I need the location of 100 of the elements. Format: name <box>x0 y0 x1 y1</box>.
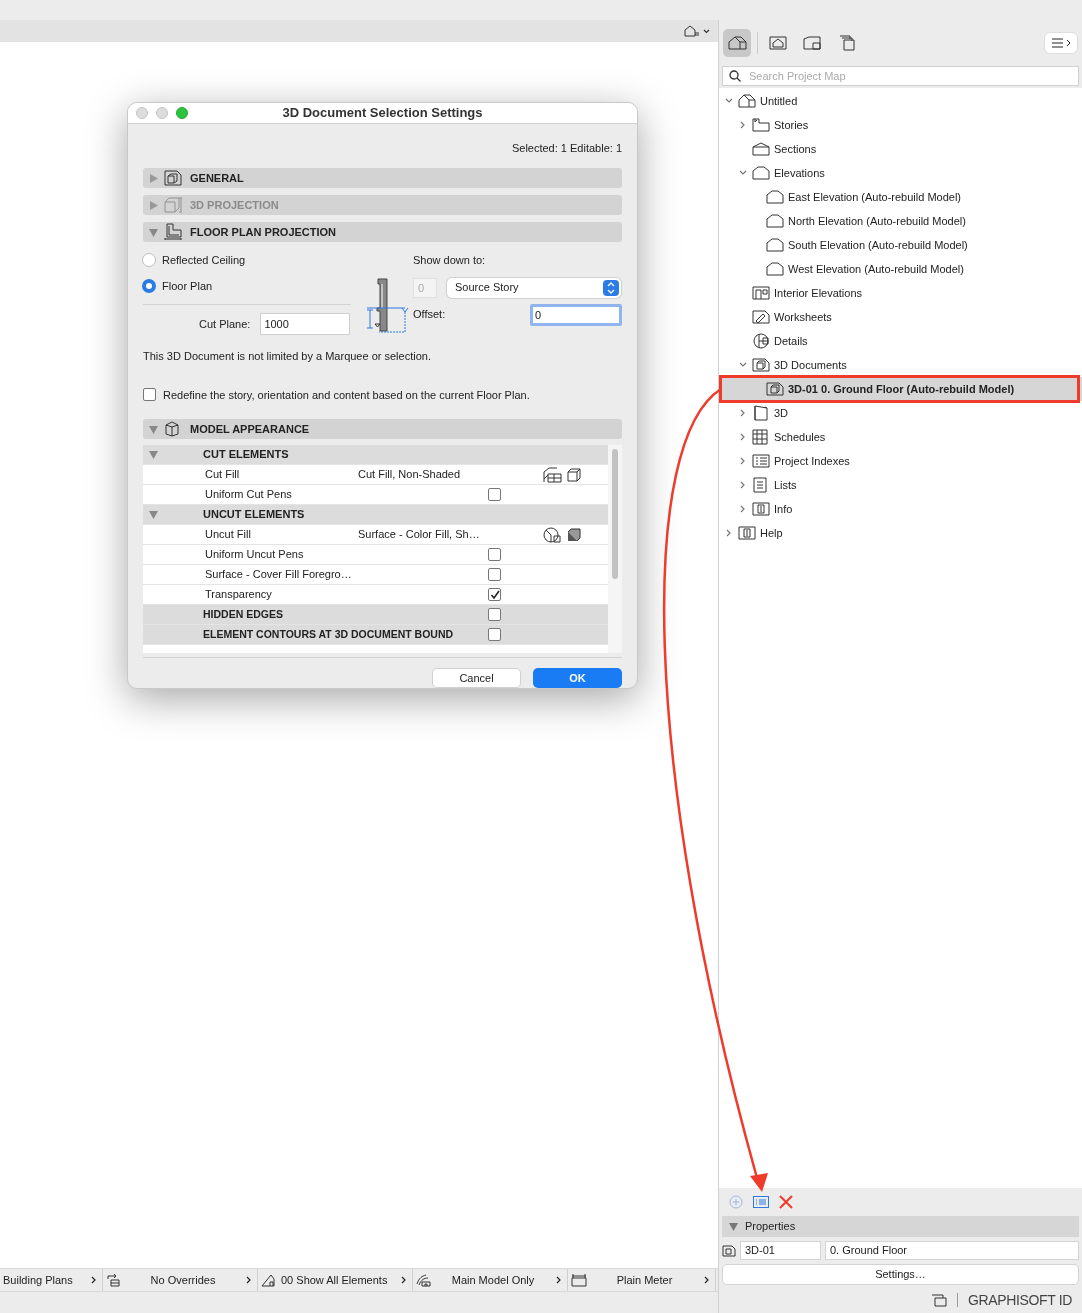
group-toggle[interactable] <box>149 510 158 519</box>
house-icon <box>261 1273 277 1287</box>
property-label: Surface - Cover Fill Foregro… <box>204 567 353 583</box>
triangle-down-icon <box>149 424 158 434</box>
radio-button[interactable] <box>142 253 156 268</box>
property-label: Uniform Cut Pens <box>204 487 293 503</box>
document-icon <box>738 526 756 540</box>
section-icon <box>752 142 770 156</box>
tree-item[interactable]: West Elevation (Auto-rebuild Model) <box>719 257 1082 281</box>
checkbox[interactable] <box>488 548 501 561</box>
tree-item[interactable]: Sections <box>719 137 1082 161</box>
section-header[interactable]: FLOOR PLAN PROJECTION <box>143 222 622 242</box>
tree-item[interactable]: Worksheets <box>719 305 1082 329</box>
radio-button[interactable] <box>142 278 156 293</box>
properties-header[interactable]: Properties <box>722 1216 1079 1237</box>
framed-house-icon <box>768 35 788 51</box>
tree-item[interactable]: Schedules <box>719 425 1082 449</box>
group-label: ELEMENT CONTOURS AT 3D DOCUMENT BOUND <box>203 626 455 642</box>
tree-item[interactable]: Stories <box>719 113 1082 137</box>
document-icon <box>752 502 770 516</box>
property-value[interactable]: Surface - Color Fill, Sh… <box>358 526 543 543</box>
list-icon <box>752 477 768 493</box>
floor-plan-icon <box>164 223 182 241</box>
status-bar-button[interactable]: No Overrides <box>103 1269 258 1291</box>
menu-button[interactable] <box>1044 32 1078 54</box>
account-label[interactable]: GRAPHISOFT ID <box>967 1289 1072 1311</box>
checkbox[interactable] <box>488 628 501 641</box>
checkbox[interactable] <box>488 588 501 601</box>
cube-icon <box>164 421 180 437</box>
view-options-button[interactable] <box>682 25 712 37</box>
cube-document-icon <box>164 170 182 186</box>
floors-icon <box>752 118 770 132</box>
status-bar-button[interactable]: 00 Show All Elements <box>258 1269 413 1291</box>
search-field[interactable]: Search Project Map <box>722 66 1079 86</box>
grid-icon <box>752 429 768 445</box>
tree-item[interactable]: South Elevation (Auto-rebuild Model) <box>719 233 1082 257</box>
name-field[interactable]: 0. Ground Floor <box>825 1241 1079 1260</box>
group-label: CUT ELEMENTS <box>203 447 290 463</box>
triangle-down-icon <box>149 450 158 459</box>
zoom-window-button[interactable] <box>176 106 188 119</box>
checkbox[interactable] <box>488 608 501 621</box>
checkbox-label: Redefine the story, orientation and content based on the current Floor Plan. <box>163 387 530 403</box>
palette-icon <box>543 526 563 543</box>
cut-plane-label: Cut Plane: <box>199 316 251 332</box>
tree-item[interactable]: Interior Elevations <box>719 281 1082 305</box>
property-label: Uniform Uncut Pens <box>204 547 305 563</box>
group-label: UNCUT ELEMENTS <box>203 507 306 523</box>
tree-item[interactable]: 3D-01 0. Ground Floor (Auto-rebuild Model) <box>719 377 1082 401</box>
tree-item[interactable]: 3D Documents <box>719 353 1082 377</box>
status-bar-button[interactable]: Building Plans <box>0 1269 103 1291</box>
elevation-icon <box>766 190 784 204</box>
triangle-right-icon <box>149 200 158 210</box>
property-value[interactable]: Cut Fill, Non-Shaded <box>358 466 543 483</box>
layout-icon <box>802 35 822 51</box>
tree-item[interactable]: Elevations <box>719 161 1082 185</box>
tree-item[interactable]: Details <box>719 329 1082 353</box>
checkbox[interactable] <box>143 388 156 402</box>
cut-plane-diagram <box>365 277 411 333</box>
settings-button[interactable]: Settings… <box>722 1264 1079 1285</box>
cancel-button[interactable]: Cancel <box>432 668 521 688</box>
navigator-tab[interactable] <box>723 29 751 57</box>
caret-icon <box>703 28 710 34</box>
tree-item[interactable]: Untitled <box>719 89 1082 113</box>
tree-item[interactable]: East Elevation (Auto-rebuild Model) <box>719 185 1082 209</box>
plus-icon <box>729 1195 743 1209</box>
cube-icon <box>164 197 184 213</box>
ok-button[interactable]: OK <box>533 668 622 688</box>
info-text: This 3D Document is not limited by a Marquee or selection. <box>143 349 432 364</box>
tree-item[interactable]: Info <box>719 497 1082 521</box>
section-header[interactable]: MODEL APPEARANCE <box>143 419 622 439</box>
show-down-label: Show down to: <box>413 253 487 268</box>
offset-field[interactable]: 0 <box>530 303 622 326</box>
cube-document-icon <box>722 1244 736 1257</box>
property-label: Cut Fill <box>204 467 241 483</box>
tree-item[interactable]: Help <box>719 521 1082 545</box>
tree-item[interactable]: North Elevation (Auto-rebuild Model) <box>719 209 1082 233</box>
delete-button[interactable] <box>779 1195 793 1209</box>
checkmark-icon <box>489 589 500 600</box>
id-field[interactable]: 3D-01 <box>740 1241 821 1260</box>
menu-icon <box>1051 38 1071 48</box>
buildings-icon <box>416 1273 432 1287</box>
window-title: 3D Document Selection Settings <box>281 104 484 122</box>
checkbox[interactable] <box>488 568 501 581</box>
story-dropdown[interactable]: Source Story <box>447 277 621 298</box>
cut-plane-field[interactable]: 1000 <box>260 313 351 335</box>
settings-list-button[interactable] <box>753 1196 769 1208</box>
pencil-icon <box>752 310 770 324</box>
tree-item[interactable]: 3D <box>719 401 1082 425</box>
house-icon <box>684 25 700 37</box>
scrollbar[interactable] <box>608 445 622 653</box>
checkbox[interactable] <box>488 488 501 501</box>
triangle-down-icon <box>149 510 158 519</box>
status-bar-button[interactable]: Main Model Only <box>413 1269 568 1291</box>
search-icon <box>729 70 741 82</box>
status-bar-button[interactable]: Plain Meter <box>568 1269 716 1291</box>
group-toggle[interactable] <box>149 450 158 459</box>
tree-item[interactable]: Lists <box>719 473 1082 497</box>
section-header[interactable]: GENERAL <box>143 168 622 188</box>
tree-item[interactable]: Project Indexes <box>719 449 1082 473</box>
property-label: Uncut Fill <box>204 527 252 543</box>
